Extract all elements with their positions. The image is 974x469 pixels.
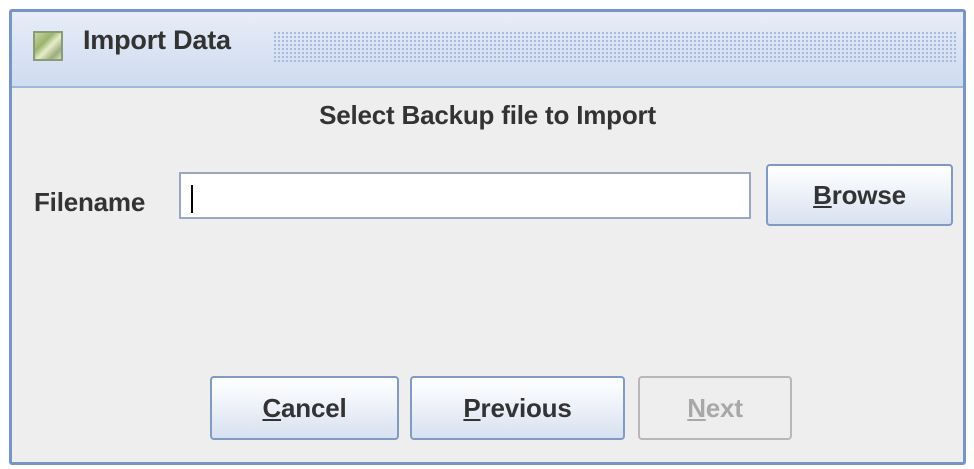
filename-label: Filename xyxy=(34,187,146,217)
import-data-dialog: Import Data Select Backup file to Import… xyxy=(9,9,966,465)
cancel-label-rest: ancel xyxy=(281,392,347,423)
cancel-button[interactable]: Cancel xyxy=(210,376,399,440)
dialog-heading: Select Backup file to Import xyxy=(319,100,656,130)
browse-button[interactable]: Browse xyxy=(766,164,953,226)
cancel-mnemonic: C xyxy=(262,392,282,423)
app-window-icon xyxy=(33,31,63,61)
window-title: Import Data xyxy=(83,25,231,55)
title-bar-texture xyxy=(273,31,957,64)
previous-button[interactable]: Previous xyxy=(410,376,625,440)
filename-input[interactable] xyxy=(179,172,751,219)
next-mnemonic: N xyxy=(687,392,706,423)
next-button[interactable]: Next xyxy=(638,376,792,440)
next-label-rest: ext xyxy=(705,392,743,423)
text-caret xyxy=(191,185,193,213)
previous-mnemonic: P xyxy=(463,392,481,423)
previous-label-rest: revious xyxy=(480,392,572,423)
browse-label-rest: rowse xyxy=(831,179,906,210)
browse-mnemonic: B xyxy=(813,179,832,210)
title-bar[interactable]: Import Data xyxy=(12,12,963,88)
